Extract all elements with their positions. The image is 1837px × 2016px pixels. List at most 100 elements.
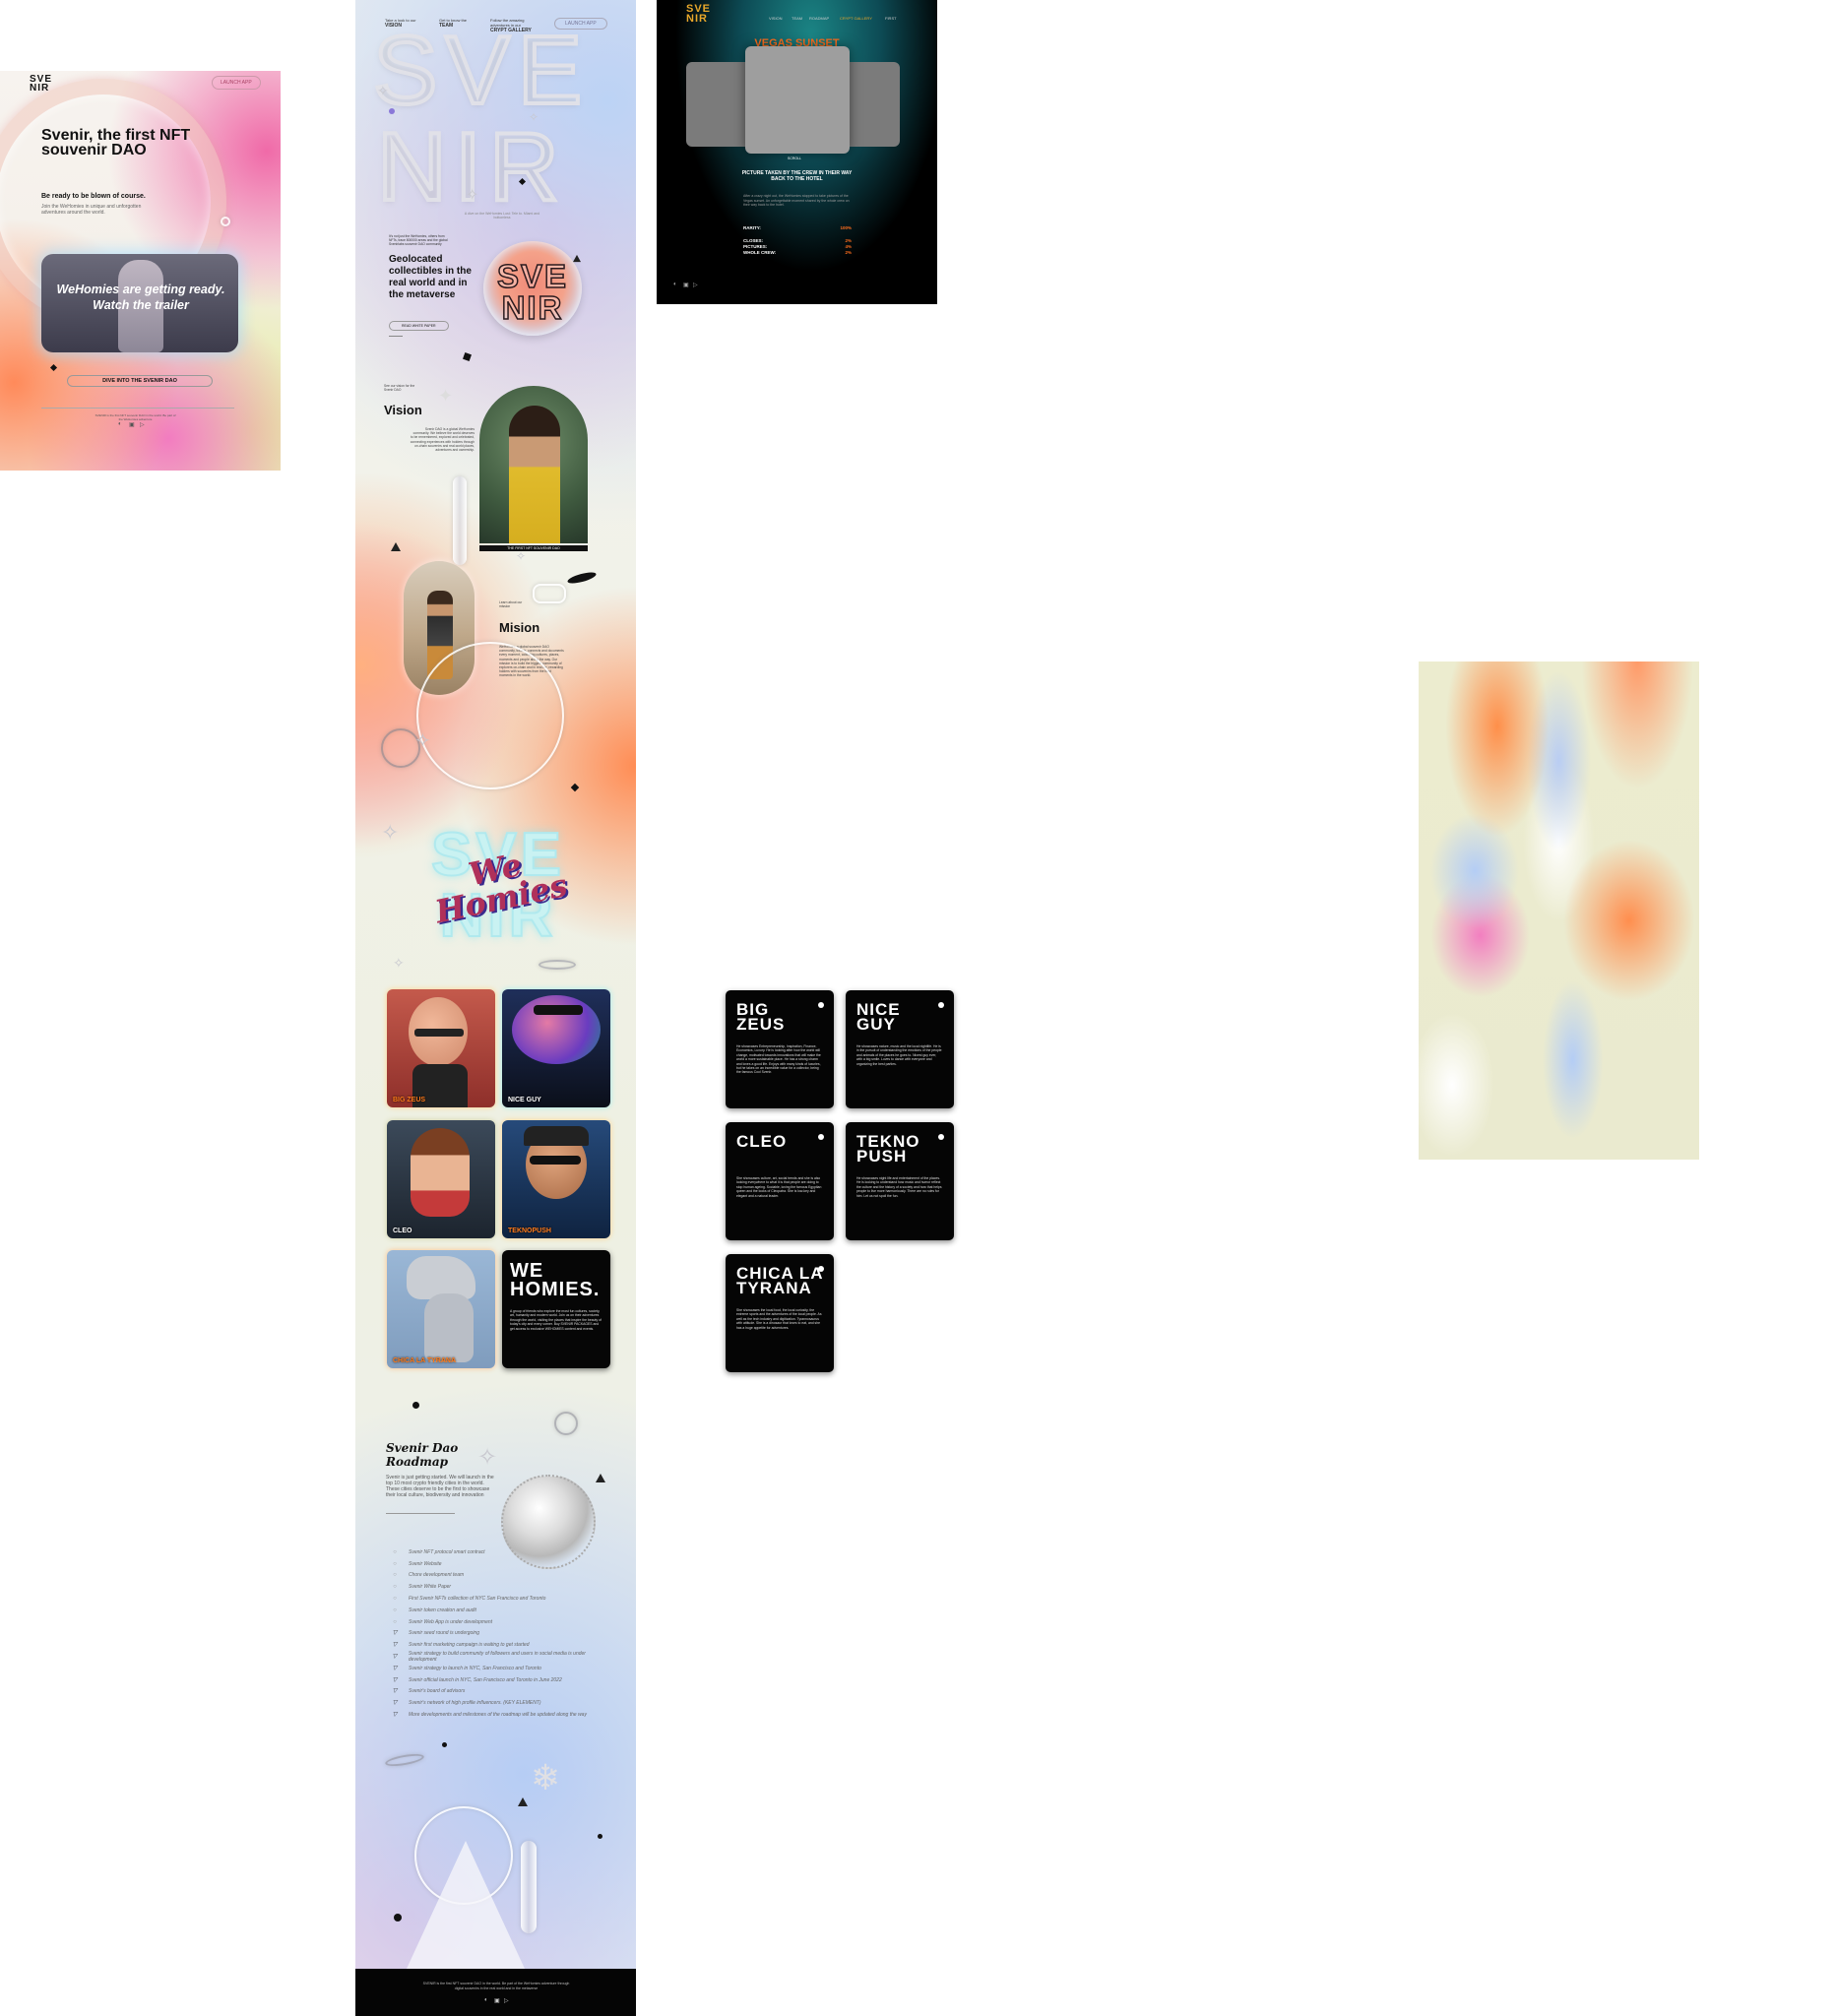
character-description: He showcases Entrepreneurship, Inspirati… <box>736 1044 821 1075</box>
diamond-icon: ▽ <box>392 1654 398 1661</box>
diamond-icon: ▽ <box>392 1676 398 1683</box>
stat-label: RARITY: <box>743 225 761 230</box>
dot-decoration <box>598 1834 602 1839</box>
roadmap-item: ▽ Svenir official launch in NYC, San Fran… <box>391 1674 612 1686</box>
character-card-teknopush[interactable]: TEKNOPUSH <box>502 1120 610 1238</box>
roadmap-item: ○ Chore development team <box>391 1570 612 1582</box>
social-icon-youtube[interactable]: ▷ <box>693 282 698 288</box>
diamond-icon: ▽ <box>392 1642 398 1649</box>
character-cap <box>524 1126 589 1146</box>
star-decoration: ✧ <box>414 730 431 752</box>
roadmap-item: ○ Svenir NFT protocol smart contract <box>391 1546 612 1558</box>
roadmap-item: ○ Svenir Website <box>391 1558 612 1570</box>
character-info-teknopush: TEKNO PUSH He showcases night life and e… <box>846 1122 954 1240</box>
roadmap-item-label: Svenir seed round is undergoing <box>409 1630 479 1637</box>
sunglasses <box>414 1029 464 1037</box>
diamond-icon: ▽ <box>392 1630 398 1637</box>
sunglasses <box>534 1005 583 1015</box>
snowflake-decoration: ❄ <box>531 1757 561 1797</box>
mobile-landing-frame: SVE NIR LAUNCH APP Svenir, the first NFT… <box>0 71 281 471</box>
star-decoration: ✧ <box>477 1444 498 1471</box>
triangle-decoration <box>391 542 401 551</box>
character-info-chica-la-tyrana: CHICA LA TYRANA She showcases the local … <box>726 1254 834 1372</box>
glass-tube-decoration <box>521 1841 537 1933</box>
svenir-badge: SVE NIR <box>483 241 582 336</box>
nav-team[interactable]: TEAM <box>792 16 802 21</box>
check-circle-icon: ○ <box>393 1584 397 1591</box>
roadmap-item-label: Svenir Website <box>409 1560 442 1567</box>
character-name: BIG ZEUS <box>736 1000 786 1034</box>
triangle-decoration <box>596 1474 605 1482</box>
badge-logo-text: SVE NIR <box>496 258 569 326</box>
stat-label: WHOLE CREW: <box>743 250 777 255</box>
social-icon-instagram[interactable]: ◐ <box>484 1997 488 2003</box>
character-name: NICE GUY <box>856 1000 901 1034</box>
roadmap-item: ▽ Svenir first marketing campaign is wait… <box>391 1639 612 1651</box>
big-logo-top: SVE <box>371 16 591 124</box>
glass-tube-decoration <box>453 476 467 565</box>
character-card-nice-guy[interactable]: NICE GUY <box>502 989 610 1107</box>
roadmap-item-label: Svenir token creation and audit <box>409 1606 476 1613</box>
character-info-big-zeus: BIG ZEUS He showcases Entrepreneurship, … <box>726 990 834 1108</box>
intro-description: It's not just the WeHomies, others from … <box>389 234 448 246</box>
roadmap-item-label: Svenir's network of high profile influen… <box>409 1700 541 1707</box>
dot-decoration <box>394 1914 402 1922</box>
social-icon-instagram[interactable]: ◐ <box>673 282 677 287</box>
roadmap-item-label: Svenir strategy to launch in NYC, San Fr… <box>409 1665 541 1671</box>
triangle-decoration <box>518 1797 528 1806</box>
stat-closes: 2% CLOSES: <box>743 238 852 243</box>
star-decoration: ✧ <box>466 187 479 204</box>
geolocated-heading: Geolocated collectibles in the real worl… <box>389 254 472 300</box>
glass-ring-decoration <box>416 642 564 789</box>
roadmap-item-label: Chore development team <box>409 1572 465 1579</box>
check-circle-icon: ○ <box>393 1618 397 1625</box>
social-icon-youtube[interactable]: ▷ <box>504 1997 509 2004</box>
gallery-image-main[interactable] <box>745 46 850 154</box>
glass-cylinder-decoration <box>533 584 566 603</box>
cube-decoration <box>463 352 472 361</box>
social-icon-discord[interactable]: ▣ <box>129 421 135 428</box>
gradient-background-frame <box>1419 662 1699 1160</box>
ring-decoration <box>384 1751 425 1769</box>
roadmap-item-label: Svenir NFT protocol smart contract <box>409 1548 485 1555</box>
roadmap-item: ○ First Svenir NFTs collection of NYC San… <box>391 1593 612 1605</box>
dive-into-dao-button[interactable]: DIVE INTO THE SVENIR DAO <box>67 375 213 387</box>
social-icon-youtube[interactable]: ▷ <box>140 421 145 428</box>
nav-roadmap[interactable]: ROADMAP <box>809 16 829 21</box>
trailer-video-card[interactable]: WeHomies are getting ready. Watch the tr… <box>41 254 238 352</box>
nav-vision[interactable]: VISION <box>769 16 783 21</box>
character-description: He showcases nature, music and the local… <box>856 1044 942 1066</box>
star-decoration: ✧ <box>529 110 539 124</box>
sunglasses <box>530 1156 581 1165</box>
roadmap-item-label: Svenir White Paper <box>409 1584 452 1591</box>
social-icon-instagram[interactable]: ◐ <box>118 421 122 427</box>
bullet-dot <box>818 1134 824 1140</box>
diamond-icon: ▽ <box>392 1712 398 1719</box>
svenir-logo[interactable]: SVE NIR <box>30 75 52 94</box>
dot-decoration <box>389 108 395 114</box>
mision-heading: Mision <box>499 620 540 635</box>
ring-decoration <box>554 1412 578 1435</box>
character-card-big-zeus[interactable]: BIG ZEUS <box>387 989 495 1107</box>
check-circle-icon: ○ <box>393 1596 397 1603</box>
character-card-chica-la-tyrana[interactable]: CHICA LA TYRANA <box>387 1250 495 1368</box>
social-icon-discord[interactable]: ▣ <box>683 282 689 288</box>
character-name: TEKNOPUSH <box>508 1228 551 1234</box>
nav-first[interactable]: FIRST <box>885 16 897 21</box>
divider <box>41 408 234 409</box>
character-description: She showcases the local food, the local … <box>736 1308 822 1330</box>
roadmap-intro: Svenir is just getting started. We will … <box>386 1475 494 1498</box>
landing-page-frame: Take a look to our VISION Get to know the… <box>355 0 636 2016</box>
social-icon-discord[interactable]: ▣ <box>494 1997 500 2004</box>
roadmap-item: ▽ Svenir's board of advisors <box>391 1686 612 1698</box>
white-paper-button[interactable]: READ WHITE PAPER <box>389 321 449 331</box>
dot-decoration <box>412 1402 419 1409</box>
photo-caption: THE FIRST NFT SOUVENIR DAO <box>479 545 588 551</box>
roadmap-item: ○ Svenir token creation and audit <box>391 1605 612 1616</box>
nav-crypt-gallery[interactable]: CRYPT GALLERY <box>840 16 872 21</box>
hero-subtitle: Be ready to be blown of course. <box>41 193 146 200</box>
character-card-cleo[interactable]: CLEO <box>387 1120 495 1238</box>
svenir-logo[interactable]: SVE NIR <box>686 4 711 25</box>
launch-app-button[interactable]: LAUNCH APP <box>212 76 261 90</box>
roadmap-item-label: Svenir official launch in NYC, San Franc… <box>409 1676 562 1683</box>
